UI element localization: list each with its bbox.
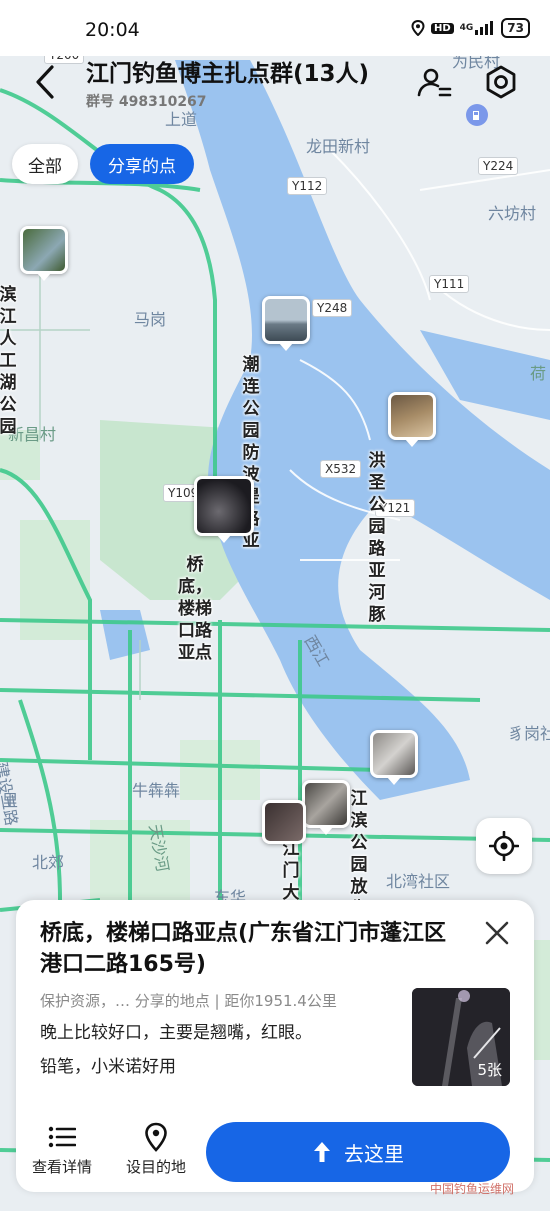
list-icon <box>48 1126 76 1148</box>
hd-icon: HD <box>430 22 454 34</box>
settings-button[interactable] <box>483 64 519 100</box>
close-icon <box>485 921 509 945</box>
back-button[interactable] <box>32 64 62 100</box>
filter-shared-chip[interactable]: 分享的点 <box>90 144 194 184</box>
gear-icon <box>486 65 516 99</box>
navigate-here-button[interactable]: 去这里 <box>206 1122 510 1182</box>
network-type: 4G <box>459 23 474 33</box>
group-title: 江门钓鱼博主扎点群(13人) <box>86 61 370 87</box>
user-list-icon <box>417 68 452 97</box>
spot-meta: 保护资源，… 分享的地点 | 距你1951.4公里 <box>40 992 337 1010</box>
set-destination-label: 设目的地 <box>125 1158 186 1176</box>
navigate-arrow-icon <box>314 1142 330 1162</box>
crosshair-icon <box>489 831 519 861</box>
back-arrow-icon <box>36 65 54 99</box>
marker-photo <box>370 730 418 778</box>
filter-all-chip[interactable]: 全部 <box>12 144 78 184</box>
marker-label: 洪圣公园路 亚河豚 <box>368 451 386 625</box>
marker-photo <box>20 226 68 274</box>
place-he: 荷 <box>530 364 547 383</box>
place-gangshe: 豸岗社 <box>508 724 550 743</box>
locate-me-button[interactable] <box>476 818 532 874</box>
place-longtian: 龙田新村 <box>306 137 371 156</box>
view-details-label: 查看详情 <box>31 1158 92 1176</box>
place-magang: 马岗 <box>134 310 167 329</box>
spot-title: 桥底，楼梯口路亚点(广东省江门市蓬江区港口二路165号) <box>40 921 447 977</box>
marker-label: 滨江人工湖 公园 <box>0 285 17 437</box>
view-details-button[interactable]: 查看详情 <box>22 1122 102 1177</box>
place-niuchou: 牛犇犇 <box>132 781 181 800</box>
place-liufang: 六坊村 <box>488 204 537 223</box>
members-button[interactable] <box>416 65 452 101</box>
set-destination-button[interactable]: 设目的地 <box>116 1122 196 1177</box>
place-beiwan: 北湾社区 <box>386 872 451 891</box>
road-y112: Y112 <box>287 177 328 195</box>
road-y248: Y248 <box>312 299 353 317</box>
battery-icon: 73 <box>501 18 530 38</box>
marker-photo <box>262 296 310 344</box>
gas-station-icon <box>466 104 488 126</box>
location-status-icon <box>411 20 425 36</box>
location-pin-icon <box>145 1122 167 1152</box>
spot-photo[interactable]: 5张 <box>412 988 510 1086</box>
watermark: 中国钓鱼运维网 <box>430 1182 515 1196</box>
marker-label: 桥底，楼梯 口路亚点 <box>178 555 212 663</box>
marker-photo <box>388 392 436 440</box>
marker-photo <box>194 476 254 536</box>
road-x532: X532 <box>320 460 362 478</box>
signal-icon: 4G <box>460 21 496 35</box>
place-beijiao: 北郊 <box>32 853 65 872</box>
close-card-button[interactable] <box>482 918 512 948</box>
group-number: 群号 498310267 <box>86 94 207 110</box>
road-y111: Y111 <box>429 275 470 293</box>
marker-photo <box>302 780 350 828</box>
photo-count: 5张 <box>477 1061 502 1079</box>
spot-description: 晚上比较好口，主要是翘嘴，红眼。 铅笔，小米诺好用 <box>40 1023 312 1077</box>
spot-detail-card: 桥底，楼梯口路亚点(广东省江门市蓬江区港口二路165号) 保护资源，… 分享的地… <box>16 900 534 1192</box>
marker-photo <box>262 800 306 844</box>
status-time: 20:04 <box>85 19 140 41</box>
navigate-here-label: 去这里 <box>344 1141 404 1166</box>
place-li: 里 <box>2 791 19 810</box>
road-y224: Y224 <box>478 157 519 175</box>
